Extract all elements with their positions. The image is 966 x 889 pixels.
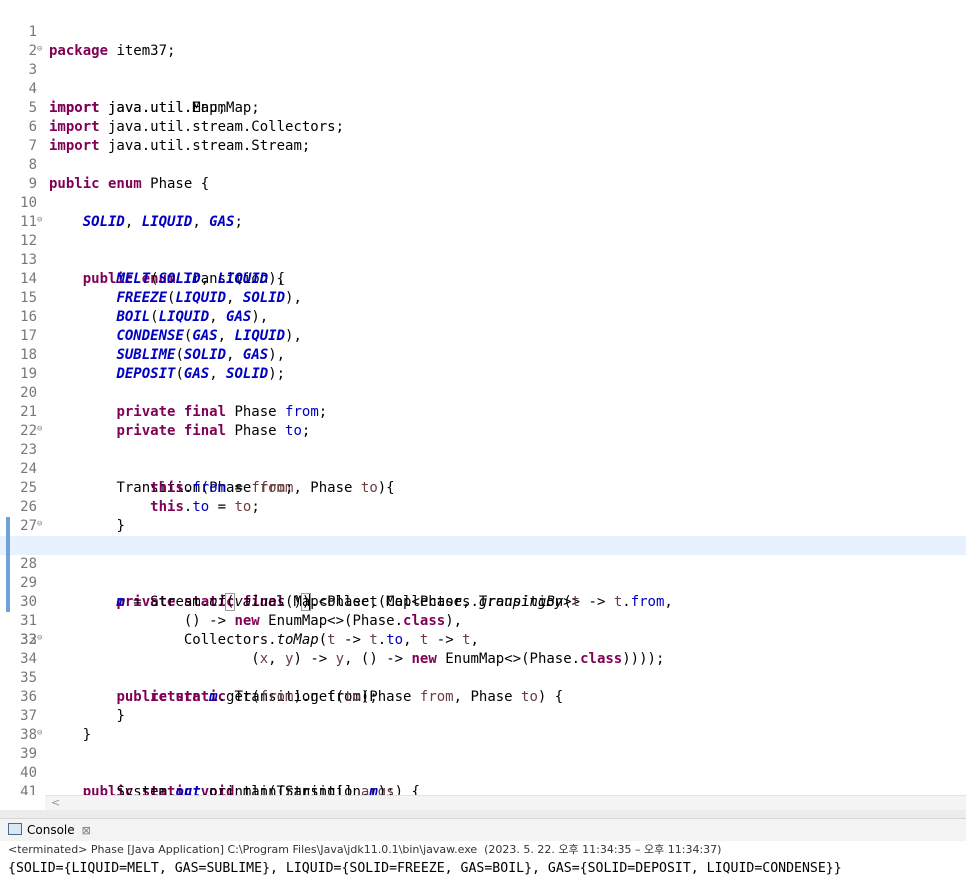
current-code-line[interactable]: 29 m = Stream.of(values()).collect(Colle…	[0, 536, 966, 611]
tab-console-label: Console	[27, 823, 75, 837]
fold-toggle-icon[interactable]: ⊖	[37, 517, 42, 532]
code-line[interactable]: 22	[0, 403, 966, 439]
fold-toggle-icon[interactable]: ⊖	[37, 631, 42, 646]
code-line[interactable]: 3 ⊖ import java.util.EnumMap;	[0, 42, 966, 116]
fold-toggle-icon[interactable]: ⊖	[37, 726, 42, 741]
code-line[interactable]: 11	[0, 194, 966, 230]
code-line[interactable]: 13 MELT(SOLID, LIQUID),	[0, 232, 966, 287]
code-line[interactable]: 18 DEPOSIT(GAS, SOLID);	[0, 327, 966, 382]
console-icon	[8, 823, 22, 835]
code-line[interactable]: 6 import java.util.stream.Stream;	[0, 99, 966, 154]
code-line[interactable]: 1 package item37;	[0, 4, 966, 59]
code-line[interactable]: 39 ⊖ public static void main(String[] ar…	[0, 726, 966, 795]
code-line[interactable]: 34 ⊖ public static Transition from(Phase…	[0, 631, 966, 705]
change-marker	[6, 517, 10, 536]
horizontal-scrollbar[interactable]: <	[45, 795, 966, 810]
code-line[interactable]: 5 import java.util.stream.Collectors;	[0, 80, 966, 135]
code-line[interactable]: 35 return m.get(from).get(to);	[0, 650, 966, 705]
code-line[interactable]: 12 ⊖ public enum Transition {	[0, 213, 966, 287]
code-line[interactable]: 8 public enum Phase {	[0, 137, 966, 192]
code-line[interactable]: 20 private final Phase from;	[0, 365, 966, 420]
code-line[interactable]: 28 ⊖ private static final Map<Phase, Map…	[0, 517, 966, 610]
scroll-left-arrow-icon[interactable]: <	[51, 796, 60, 810]
code-line[interactable]: 17 SUBLIME(SOLID, GAS),	[0, 308, 966, 363]
code-line[interactable]: 19	[0, 346, 966, 382]
change-marker	[6, 574, 10, 593]
fold-toggle-icon[interactable]: ⊖	[37, 42, 42, 57]
code-line[interactable]: 4 import java.util.Map;	[0, 61, 966, 116]
code-line[interactable]: 42 }	[0, 783, 966, 795]
code-line[interactable]: 32 (x, y) -> y, () -> new EnumMap<>(Phas…	[0, 593, 966, 667]
code-line[interactable]: 31 Collectors.toMap(t -> t.to, t -> t,	[0, 574, 966, 648]
console-output[interactable]: {SOLID={LIQUID=MELT, GAS=SUBLIME}, LIQUI…	[8, 859, 842, 879]
code-line[interactable]: 15 BOIL(LIQUID, GAS),	[0, 270, 966, 325]
fold-toggle-icon[interactable]: ⊖	[37, 422, 42, 437]
code-line[interactable]: 23 ⊖ Transition(Phase from, Phase to){	[0, 422, 966, 496]
change-marker	[6, 555, 10, 574]
code-line[interactable]: 16 CONDENSE(GAS, LIQUID),	[0, 289, 966, 344]
tab-console[interactable]: Console ⊠	[8, 822, 91, 839]
change-marker	[6, 536, 10, 555]
code-line[interactable]: 26 }	[0, 479, 966, 534]
panel-divider[interactable]	[0, 810, 966, 818]
code-line[interactable]: 33	[0, 612, 966, 648]
fold-toggle-icon[interactable]: ⊖	[37, 213, 42, 228]
code-line[interactable]: 21 private final Phase to;	[0, 384, 966, 439]
code-line[interactable]: 27	[0, 498, 966, 534]
code-line[interactable]: 40 System.out.println(Transition.m);	[0, 745, 966, 795]
change-marker	[6, 593, 10, 612]
console-tab-bar: Console ⊠	[0, 818, 966, 841]
code-line[interactable]: 41 }	[0, 764, 966, 795]
code-line[interactable]: 7	[0, 118, 966, 154]
close-icon[interactable]: ⊠	[82, 824, 91, 837]
code-line[interactable]: 30 () -> new EnumMap<>(Phase.class),	[0, 555, 966, 629]
code-line[interactable]: 9	[0, 156, 966, 192]
console-status: <terminated> Phase [Java Application] C:…	[8, 843, 722, 856]
code-line[interactable]: 37 }	[0, 688, 966, 743]
code-line[interactable]: 10 SOLID, LIQUID, GAS;	[0, 175, 966, 230]
code-line[interactable]: 38	[0, 707, 966, 743]
code-line[interactable]: 24 this.from = from;	[0, 441, 966, 496]
code-editor[interactable]: 1 package item37; 2 3 ⊖ import java.util…	[0, 0, 966, 795]
code-line[interactable]: 25 this.to = to;	[0, 460, 966, 515]
code-line[interactable]: 14 FREEZE(LIQUID, SOLID),	[0, 251, 966, 306]
code-line[interactable]: 2	[0, 23, 966, 59]
code-line[interactable]: 36 }	[0, 669, 966, 724]
